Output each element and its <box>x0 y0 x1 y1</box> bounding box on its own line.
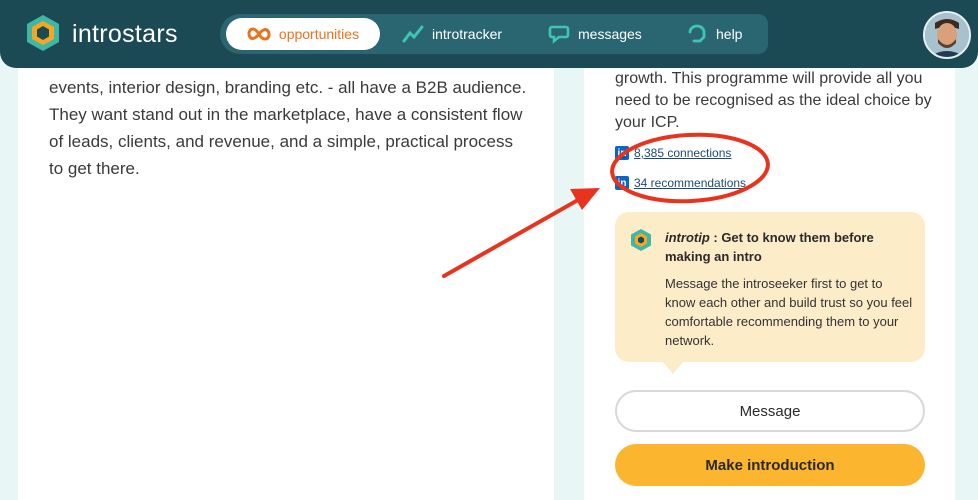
linkedin-icon: in <box>615 146 629 160</box>
introseeker-summary: growth. This programme will provide all … <box>615 70 932 131</box>
introstars-logo-icon[interactable] <box>24 14 62 52</box>
top-navigation-bar: introstars opportunities introtracker me… <box>0 0 978 68</box>
trend-icon <box>402 25 424 43</box>
nav-messages-label: messages <box>578 26 642 42</box>
nav-help-label: help <box>716 26 743 42</box>
introseeker-side-panel: growth. This programme will provide all … <box>584 60 955 500</box>
main-nav: opportunities introtracker messages help <box>220 14 768 54</box>
introstars-badge-icon <box>631 229 651 251</box>
linkedin-connections-link[interactable]: in 8,385 connections <box>615 146 731 160</box>
introtip-label: introtip <box>665 230 710 245</box>
introtip-callout: introtip : Get to know them before makin… <box>615 212 925 374</box>
user-avatar[interactable] <box>923 11 971 59</box>
introtip-body: Message the introseeker first to get to … <box>665 276 913 348</box>
introtip-title: introtip : Get to know them before makin… <box>665 228 905 266</box>
linkedin-icon: in <box>615 176 629 190</box>
help-icon <box>688 24 706 43</box>
nav-introtracker[interactable]: introtracker <box>402 14 502 54</box>
connections-count: 8,385 connections <box>634 146 732 160</box>
message-button[interactable]: Message <box>615 390 925 432</box>
linkedin-recommendations-link[interactable]: in 34 recommendations <box>615 176 746 190</box>
infinity-icon <box>247 27 271 41</box>
nav-messages[interactable]: messages <box>548 14 642 54</box>
recommendations-count: 34 recommendations <box>634 176 747 190</box>
nav-opportunities[interactable]: opportunities <box>226 18 380 50</box>
nav-opportunities-label: opportunities <box>278 26 360 42</box>
brand-name[interactable]: introstars <box>72 20 178 49</box>
callout-tail <box>663 362 683 374</box>
make-introduction-button[interactable]: Make introduction <box>615 444 925 486</box>
chat-icon <box>548 25 570 44</box>
profile-photo-icon <box>925 13 969 57</box>
opportunity-description: events, interior design, branding etc. -… <box>49 78 527 178</box>
nav-help[interactable]: help <box>686 14 742 54</box>
nav-introtracker-label: introtracker <box>432 26 503 42</box>
opportunity-description-panel: events, interior design, branding etc. -… <box>18 60 554 500</box>
